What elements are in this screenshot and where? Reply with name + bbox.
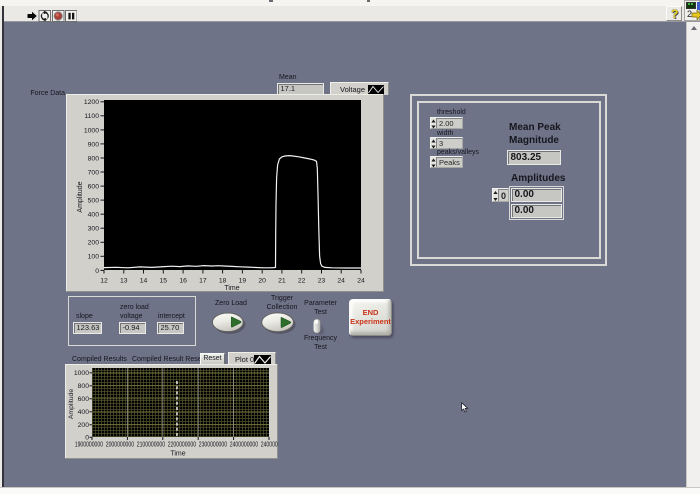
svg-text:14: 14 (140, 278, 148, 285)
svg-text:22: 22 (298, 278, 306, 285)
svg-text:900: 900 (88, 141, 100, 148)
svg-text:2400000000: 2400000000 (261, 442, 278, 449)
svg-text:1000: 1000 (74, 370, 89, 377)
svg-text:1100: 1100 (84, 113, 99, 120)
svg-text:19: 19 (239, 278, 247, 285)
svg-text:200: 200 (88, 240, 100, 247)
svg-text:700: 700 (88, 169, 100, 176)
svg-text:300: 300 (88, 226, 100, 233)
svg-text:21: 21 (278, 278, 286, 285)
svg-text:23: 23 (318, 278, 326, 285)
svg-text:17: 17 (199, 278, 207, 285)
svg-text:Amplitude: Amplitude (77, 181, 84, 212)
svg-text:100: 100 (88, 254, 100, 261)
svg-text:24: 24 (357, 278, 365, 285)
svg-text:600: 600 (88, 184, 100, 191)
svg-text:2200000000: 2200000000 (168, 442, 196, 449)
svg-text:600: 600 (78, 396, 90, 403)
svg-text:18: 18 (219, 278, 227, 285)
svg-text:2300000000: 2300000000 (199, 442, 227, 449)
svg-text:0: 0 (95, 268, 99, 275)
svg-text:15: 15 (160, 278, 168, 285)
svg-text:200: 200 (78, 422, 90, 429)
svg-text:20: 20 (258, 278, 266, 285)
svg-text:800: 800 (88, 155, 100, 162)
svg-text:1200: 1200 (84, 99, 99, 106)
svg-text:1000: 1000 (84, 127, 99, 134)
svg-text:Time: Time (224, 285, 239, 292)
svg-text:12: 12 (100, 278, 108, 285)
svg-text:13: 13 (120, 278, 128, 285)
svg-text:1900000000: 1900000000 (75, 442, 103, 449)
svg-text:400: 400 (88, 212, 100, 219)
svg-text:Amplitude: Amplitude (68, 389, 75, 419)
svg-text:Time: Time (170, 451, 185, 458)
svg-text:16: 16 (179, 278, 187, 285)
svg-text:2400000000: 2400000000 (230, 442, 258, 449)
svg-text:24: 24 (337, 278, 345, 285)
svg-text:2000000000: 2000000000 (106, 442, 134, 449)
svg-text:400: 400 (78, 409, 90, 416)
svg-text:500: 500 (88, 198, 100, 205)
svg-text:800: 800 (78, 383, 90, 390)
svg-text:2100000000: 2100000000 (137, 442, 165, 449)
